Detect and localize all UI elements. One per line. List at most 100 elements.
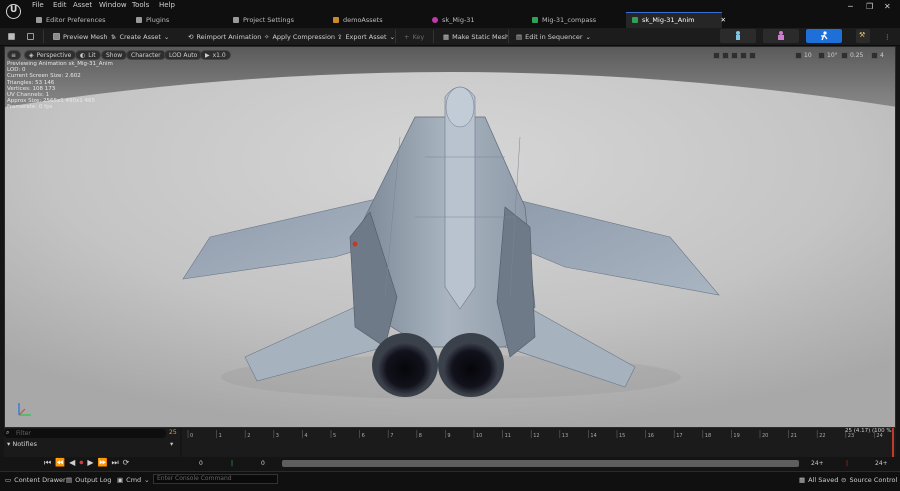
lit-button[interactable]: ◐ Lit xyxy=(75,50,101,60)
viewport-stats: Previewing Animation sk_Mig-31_Anim LOD:… xyxy=(7,61,113,111)
cmd-dropdown[interactable]: ▣ Cmd ⌄ xyxy=(117,476,150,484)
tab-editor-preferences[interactable]: Editor Preferences xyxy=(36,13,106,27)
toolbar-separator xyxy=(395,30,396,43)
menu-asset[interactable]: Asset xyxy=(73,1,92,9)
tab-project-settings[interactable]: Project Settings xyxy=(233,13,294,27)
frame-count: 25 xyxy=(169,429,177,436)
button-label: Export Asset xyxy=(345,32,387,41)
menu-edit[interactable]: Edit xyxy=(53,1,67,9)
create-asset-button[interactable]: ✎ Create Asset ⌄ xyxy=(111,31,169,42)
skeleton-mode-button[interactable] xyxy=(720,29,756,43)
browse-icon[interactable] xyxy=(27,31,34,42)
make-static-mesh-button[interactable]: ▦ Make Static Mesh xyxy=(443,31,509,42)
tab-sk-mig-31-anim[interactable]: sk_Mig-31_Anim ✕ xyxy=(632,13,726,27)
more-options-icon[interactable]: ⋮ xyxy=(884,31,891,42)
source-control-button[interactable]: ⊝ Source Control xyxy=(841,476,897,484)
all-saved-indicator[interactable]: ▦ All Saved xyxy=(799,476,838,484)
export-asset-button[interactable]: ⇪ Export Asset ⌄ xyxy=(337,31,395,42)
blueprint-mode-button[interactable]: ⚒ xyxy=(856,29,870,43)
menu-help[interactable]: Help xyxy=(159,1,175,9)
view-end[interactable]: 24+ xyxy=(811,460,824,467)
scale-snap[interactable]: 0.25 xyxy=(841,51,863,60)
notifies-dropdown-icon[interactable]: ▾ xyxy=(170,440,173,448)
play-icon[interactable]: ▶ xyxy=(87,458,93,468)
select-icon[interactable] xyxy=(713,52,720,59)
unreal-logo-icon[interactable]: U xyxy=(6,4,21,19)
button-label: x1.0 xyxy=(212,51,226,59)
tab-mig-31-compass[interactable]: Mig-31_compass xyxy=(532,13,596,27)
range-start[interactable]: 0 xyxy=(199,460,203,467)
skip-to-end-icon[interactable]: ⏭ xyxy=(111,458,118,468)
viewport-scene[interactable] xyxy=(5,47,896,428)
rotate-icon[interactable] xyxy=(731,52,738,59)
filter-input[interactable]: ⌕ Filter xyxy=(4,429,166,438)
mesh-mode-button[interactable] xyxy=(763,29,799,43)
range-end[interactable]: 24+ xyxy=(875,460,888,467)
tab-sk-mig-31[interactable]: sk_Mig-31 xyxy=(432,13,475,27)
scale-snap-value: 0.25 xyxy=(850,52,864,59)
record-icon[interactable]: ⏺ xyxy=(79,458,83,468)
viewport-options-button[interactable]: ≡ xyxy=(7,50,21,60)
ruler-tick-label: 15 xyxy=(619,433,625,439)
world-local-icon[interactable] xyxy=(749,52,756,59)
camera-speed-value: 4 xyxy=(880,52,884,59)
notifies-track[interactable]: ▾ Notifies xyxy=(7,440,37,448)
ruler-tick-label: 5 xyxy=(333,433,336,439)
tab-close-icon[interactable]: ✕ xyxy=(721,16,726,24)
apply-compression-button[interactable]: ✧ Apply Compression xyxy=(264,31,335,42)
step-back-icon[interactable]: ⏪ xyxy=(55,458,65,468)
minimize-icon[interactable]: ─ xyxy=(848,2,853,11)
grid-snap-value: 10 xyxy=(804,52,812,59)
skeleton-icon xyxy=(532,17,538,23)
camera-speed[interactable]: 4 xyxy=(871,51,884,60)
move-icon[interactable] xyxy=(722,52,729,59)
folder-icon xyxy=(333,17,339,23)
animation-viewport[interactable]: ≡ ◈ Perspective ◐ Lit Show Character LOD A… xyxy=(4,46,896,428)
toolbar-separator xyxy=(508,30,509,43)
save-icon[interactable] xyxy=(8,31,15,42)
reimport-animation-button[interactable]: ⟲ Reimport Animation xyxy=(188,31,261,42)
timeline-ruler[interactable]: 0 1 2 3 4 5 6 7 8 9 10 11 12 13 14 15 16 17 18 19 20 21 22 23 24… xyxy=(186,430,894,440)
rotation-snap-value: 10° xyxy=(827,52,838,59)
ruler-tick-label: 13 xyxy=(562,433,568,439)
close-icon[interactable]: ✕ xyxy=(884,2,891,11)
menu-window[interactable]: Window xyxy=(99,1,127,9)
playback-speed-button[interactable]: ▶ x1.0 xyxy=(200,50,231,60)
menu-file[interactable]: File xyxy=(32,1,44,9)
edit-in-sequencer-button[interactable]: ▤ Edit in Sequencer ⌄ xyxy=(516,31,591,42)
output-log-button[interactable]: ▤ Output Log xyxy=(66,476,111,484)
perspective-button[interactable]: ◈ Perspective xyxy=(24,50,77,60)
search-icon: ⌕ xyxy=(6,429,10,436)
button-label: Edit in Sequencer xyxy=(525,32,583,41)
view-start[interactable]: 0 xyxy=(261,460,265,467)
show-button[interactable]: Show xyxy=(101,50,128,60)
playhead-marker[interactable] xyxy=(892,428,894,457)
view-range-scrollbar[interactable] xyxy=(282,460,799,467)
maximize-icon[interactable]: ❐ xyxy=(866,2,873,11)
console-command-input[interactable]: Enter Console Command xyxy=(153,474,278,484)
scale-icon[interactable] xyxy=(740,52,747,59)
menu-tools[interactable]: Tools xyxy=(132,1,149,9)
tab-demoassets[interactable]: demoAssets xyxy=(333,13,383,27)
grid-snap-icon xyxy=(795,52,802,59)
character-button[interactable]: Character xyxy=(126,50,166,60)
loop-icon[interactable]: ⟳ xyxy=(123,458,130,468)
play-reverse-icon[interactable]: ◀ xyxy=(69,458,75,468)
button-label: Apply Compression xyxy=(272,32,336,41)
camera-speed-icon xyxy=(871,52,878,59)
content-drawer-button[interactable]: ▭ Content Drawer xyxy=(5,476,66,484)
tab-plugins[interactable]: Plugins xyxy=(136,13,169,27)
transform-tools[interactable] xyxy=(713,51,756,60)
lod-button[interactable]: LOD Auto xyxy=(164,50,203,60)
animation-mode-button[interactable] xyxy=(806,29,842,43)
plugins-icon xyxy=(136,17,142,23)
step-forward-icon[interactable]: ⏩ xyxy=(97,458,107,468)
skip-to-start-icon[interactable]: ⏮ xyxy=(44,458,51,468)
grid-snap[interactable]: 10 xyxy=(795,51,812,60)
rotation-snap[interactable]: 10° xyxy=(818,51,838,60)
preview-mesh-button[interactable]: Preview Mesh ⌄ xyxy=(53,31,116,42)
button-label: Lit xyxy=(88,51,96,59)
running-figure-icon xyxy=(821,31,828,41)
key-button[interactable]: + Key xyxy=(404,31,424,42)
stat-line: Framerate: 0 fps xyxy=(7,104,53,111)
